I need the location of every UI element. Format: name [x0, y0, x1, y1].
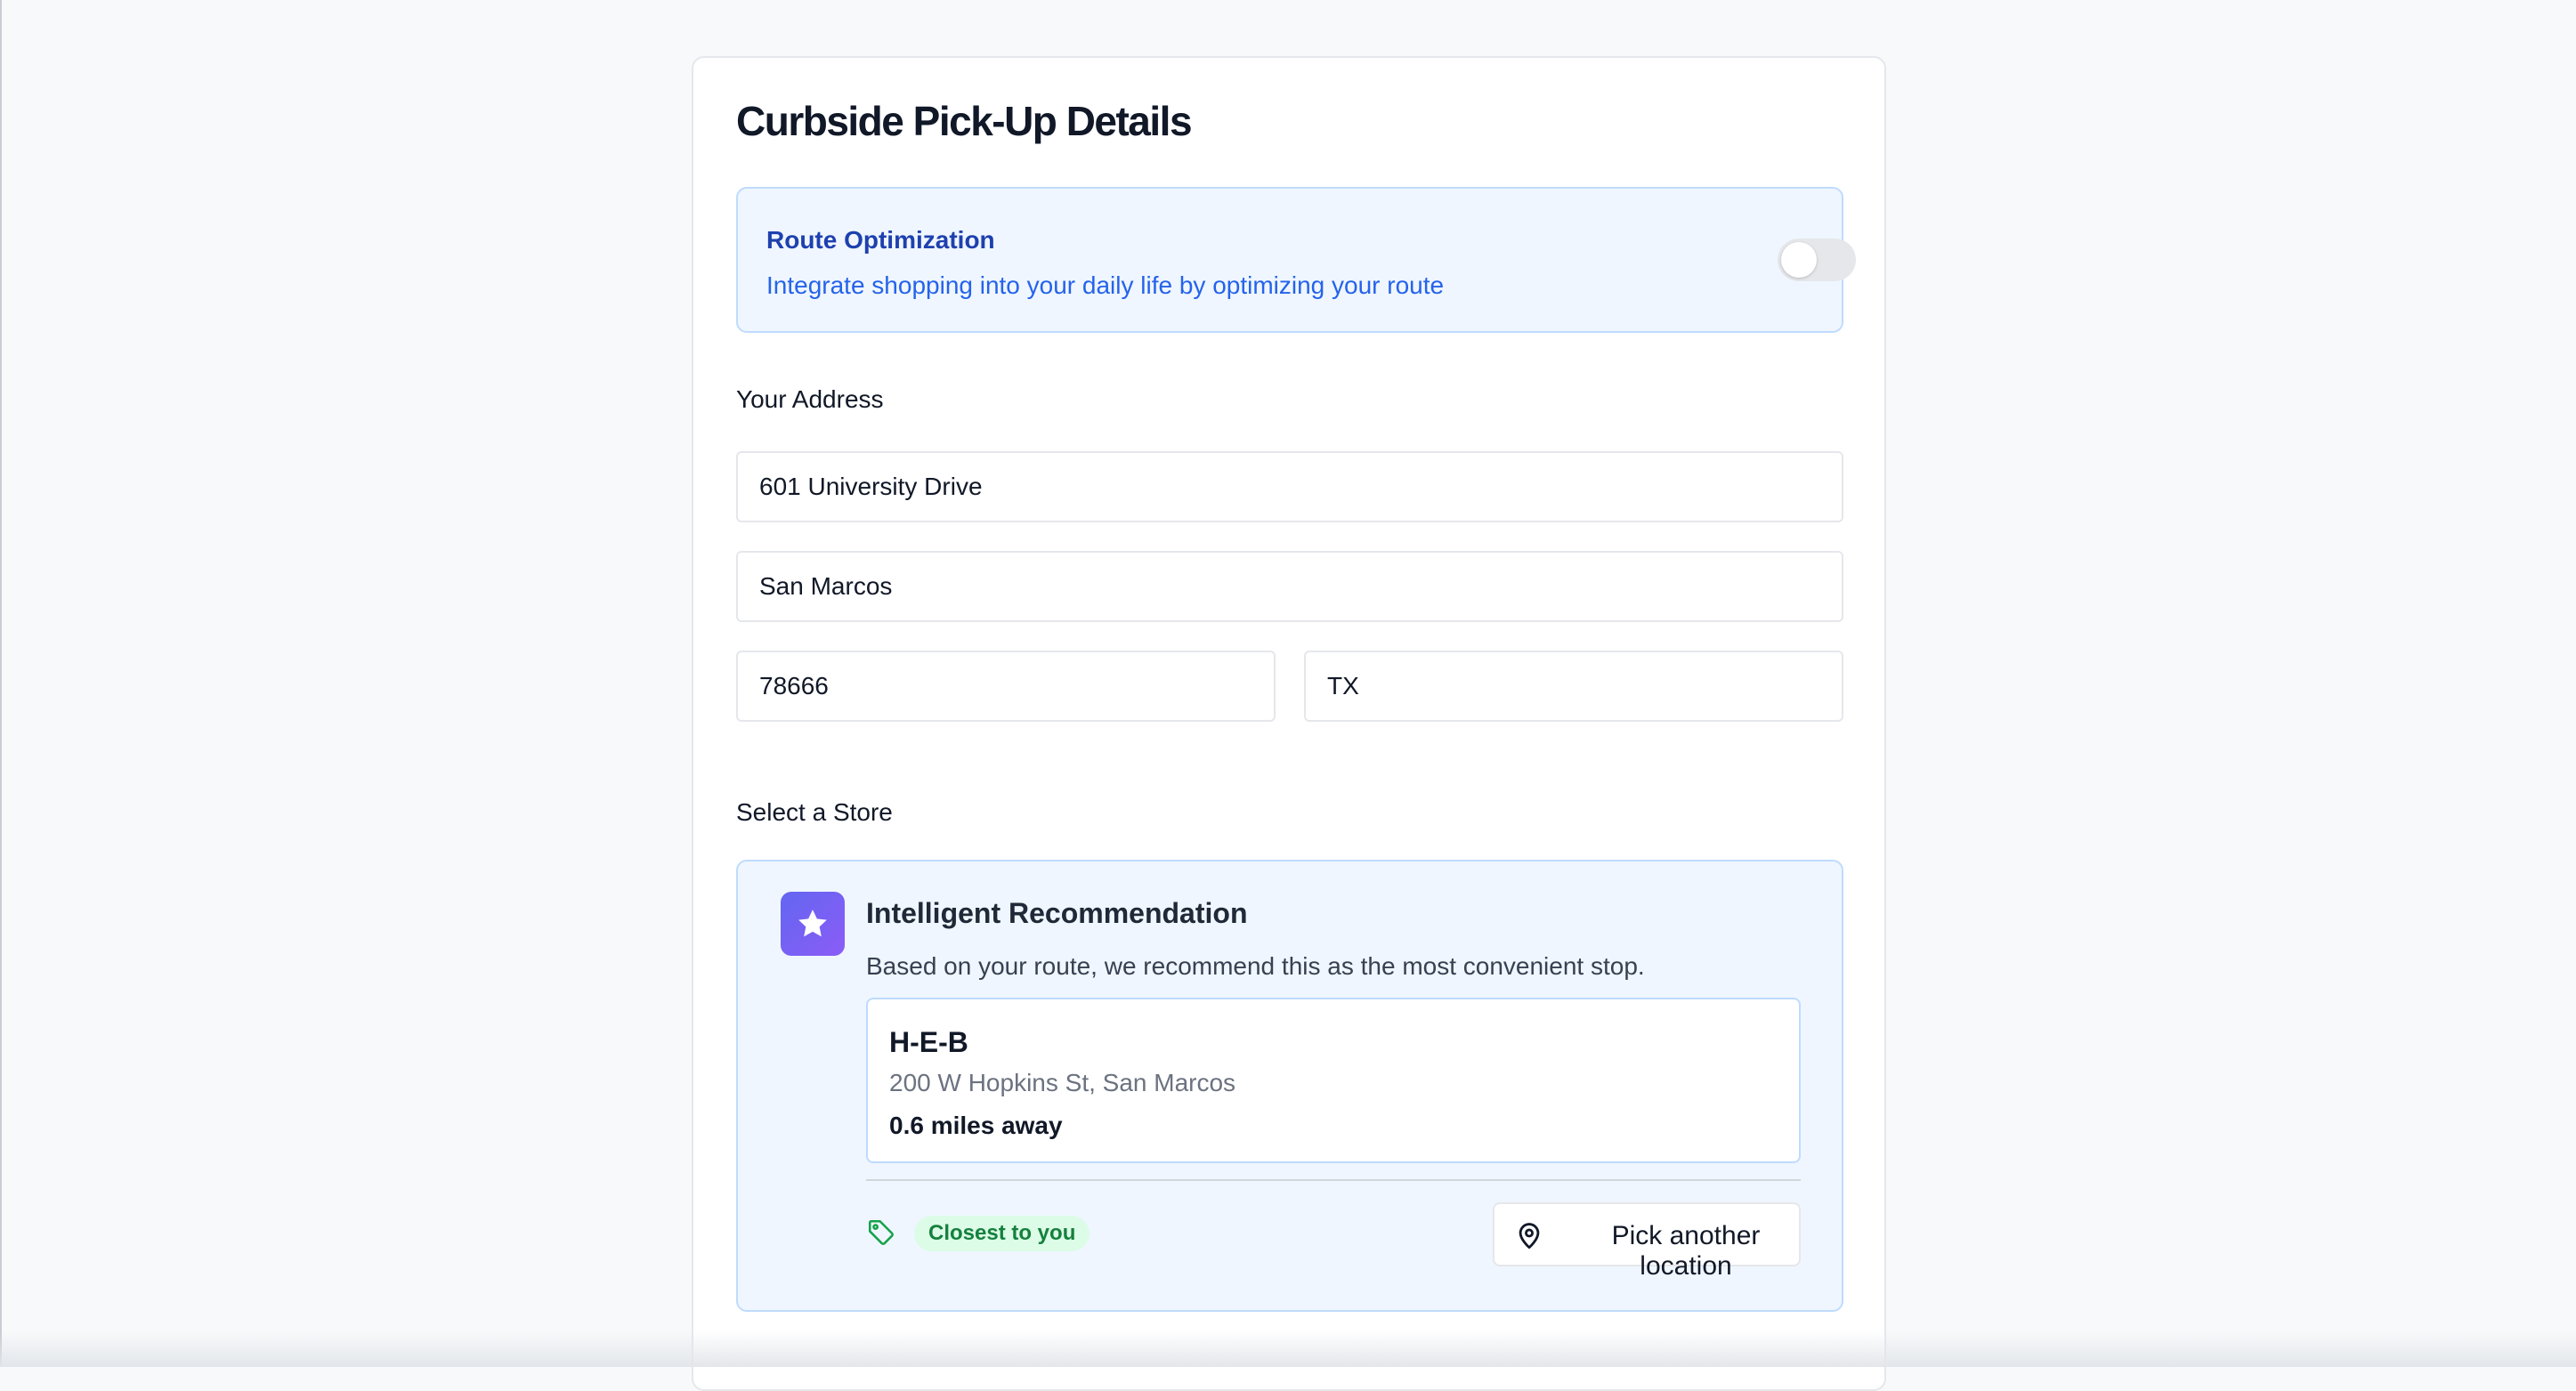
state-input[interactable] [1304, 651, 1843, 722]
store-distance: 0.6 miles away [889, 1112, 1063, 1139]
pickup-details-card: Curbside Pick-Up Details Route Optimizat… [692, 56, 1886, 1391]
zip-code-input[interactable] [736, 651, 1276, 722]
star-icon [781, 892, 845, 956]
store-section-label: Select a Store [736, 798, 893, 826]
store-address: 200 W Hopkins St, San Marcos [889, 1069, 1236, 1096]
tag-icon [868, 1219, 894, 1245]
route-optimization-toggle[interactable] [1778, 239, 1856, 281]
route-optimization-description: Integrate shopping into your daily life … [766, 271, 1445, 299]
recommended-store-card[interactable]: H-E-B 200 W Hopkins St, San Marcos 0.6 m… [866, 998, 1801, 1163]
pick-another-location-label: Pick another location [1611, 1221, 1761, 1281]
store-recommendation-panel: Intelligent Recommendation Based on your… [736, 860, 1843, 1312]
recommendation-title: Intelligent Recommendation [866, 897, 1248, 929]
store-name: H-E-B [889, 1026, 968, 1058]
map-pin-icon [1519, 1223, 1540, 1249]
route-optimization-title: Route Optimization [766, 226, 995, 254]
city-input[interactable] [736, 551, 1843, 622]
divider [866, 1179, 1801, 1181]
bottom-fade [0, 1331, 2576, 1367]
page-title: Curbside Pick-Up Details [736, 98, 1193, 144]
route-optimization-panel: Route Optimization Integrate shopping in… [736, 187, 1856, 333]
address-section-label: Your Address [736, 385, 884, 413]
recommendation-description: Based on your route, we recommend this a… [866, 952, 1645, 980]
closest-badge: Closest to you [914, 1216, 1090, 1251]
pick-another-location-button[interactable]: Pick another location [1493, 1202, 1801, 1281]
street-address-input[interactable] [736, 451, 1843, 522]
toggle-knob [1781, 242, 1817, 278]
window-edge [0, 0, 2, 1367]
